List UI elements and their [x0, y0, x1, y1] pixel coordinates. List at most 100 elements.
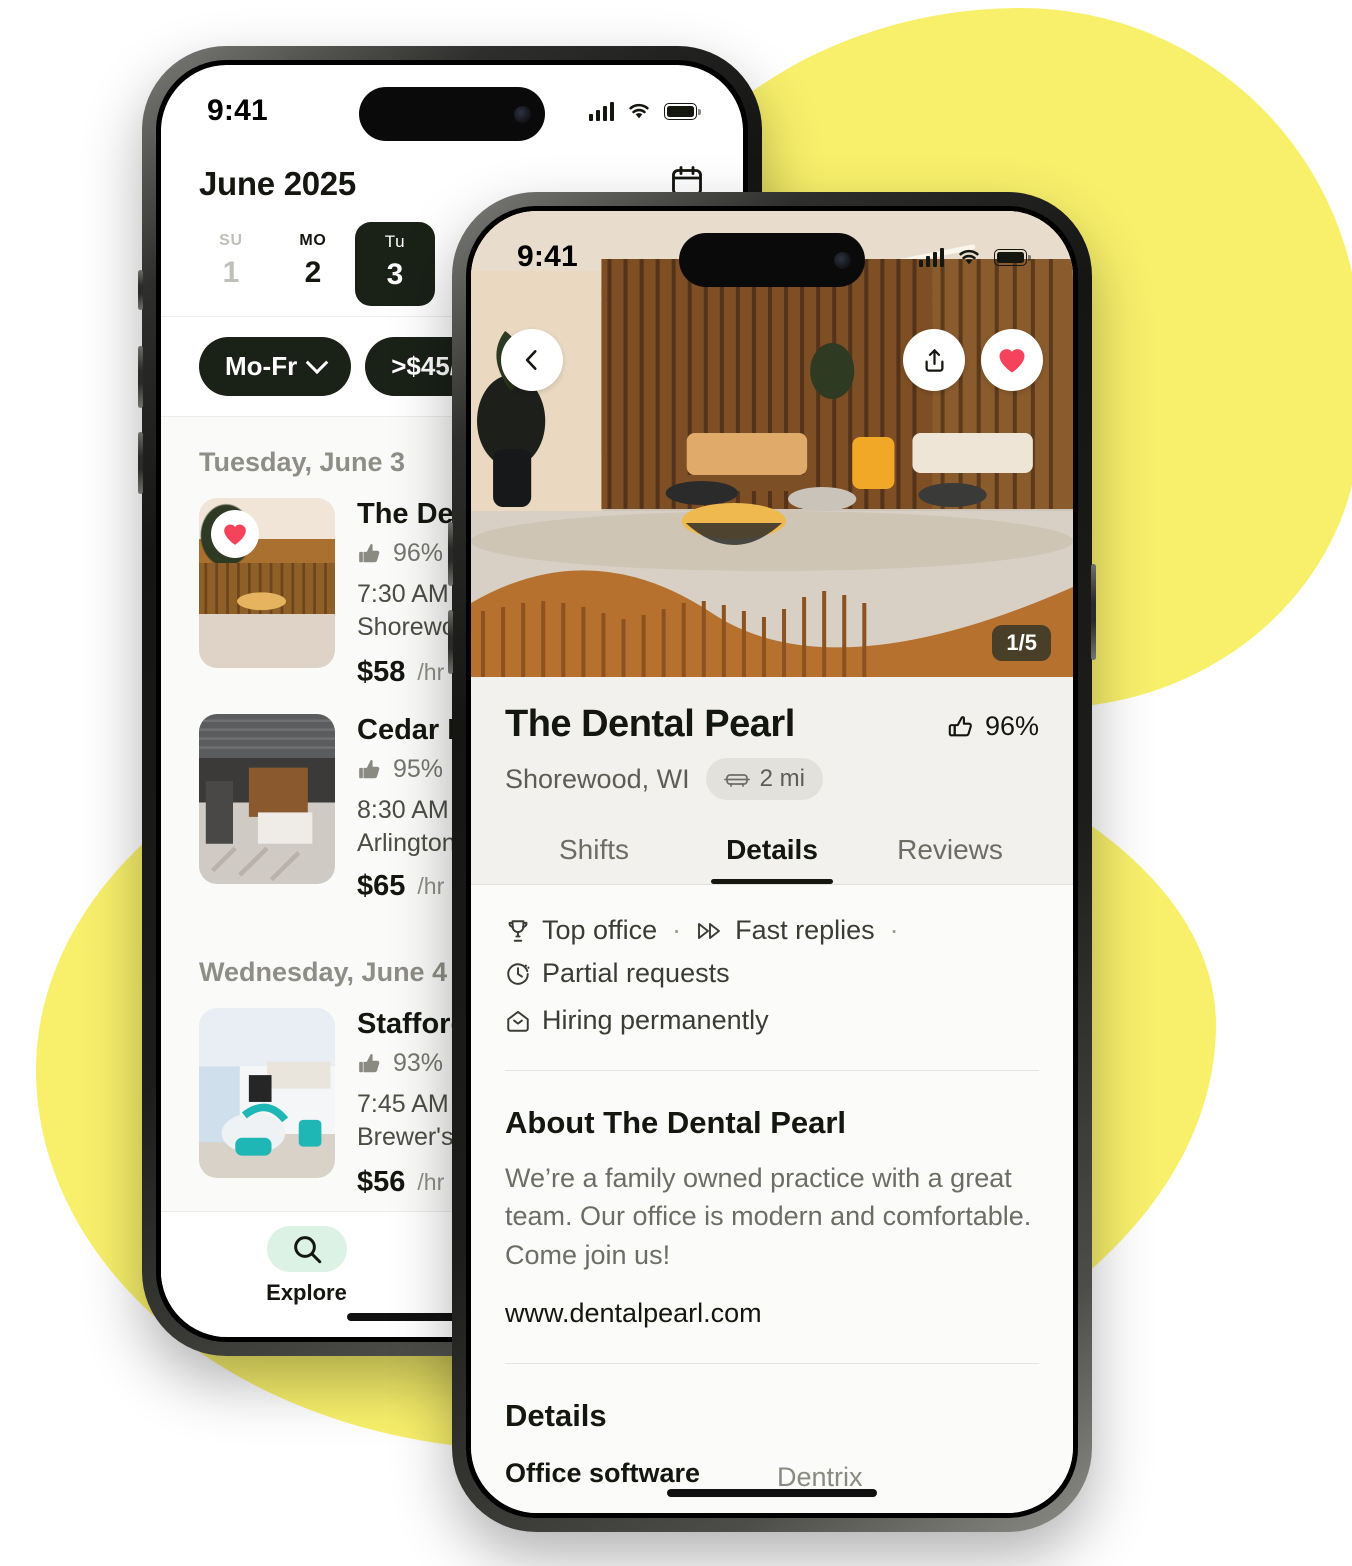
status-time: 9:41 [517, 240, 578, 273]
chevron-down-icon [305, 350, 329, 374]
detail-value: 60 min (adults) 30 min (kids) 90 min (pe… [777, 1512, 983, 1513]
office-distance-value: 2 mi [759, 765, 805, 792]
shift-rating-pct: 95% [393, 755, 444, 783]
phone-left-volume-up[interactable] [138, 346, 143, 408]
tab-shifts[interactable]: Shifts [505, 822, 683, 884]
shift-pay-amount: $56 [357, 1165, 406, 1198]
feature-hiring-permanently: Hiring permanently [505, 1005, 769, 1036]
back-button[interactable] [501, 329, 563, 391]
heart-icon [999, 349, 1025, 373]
share-button[interactable] [903, 329, 965, 391]
home-envelope-icon [507, 1010, 529, 1032]
phone-right-screen: 9:41 1/5 The Dental Pearl 96% Shorewood,… [471, 211, 1073, 1513]
car-icon [723, 774, 750, 787]
phone-right-bezel: 9:41 1/5 The Dental Pearl 96% Shorewood,… [466, 206, 1078, 1518]
shift-pay-unit: /hr [417, 873, 445, 899]
shift-rating-pct: 96% [393, 539, 444, 567]
shift-thumbnail [199, 714, 335, 884]
dynamic-island [359, 87, 545, 141]
date-cell-3-selected[interactable]: Tu 3 [355, 222, 435, 306]
tab-reviews[interactable]: Reviews [861, 822, 1039, 884]
thumb-art [199, 562, 335, 614]
feature-partial-requests: Partial requests [505, 958, 730, 989]
heart-icon [224, 524, 246, 545]
clock-icon [507, 962, 530, 985]
battery-icon [664, 102, 701, 120]
about-website[interactable]: www.dentalpearl.com [505, 1298, 1039, 1329]
phone-left-volume-down[interactable] [138, 432, 143, 494]
shift-pay-unit: /hr [417, 1168, 445, 1195]
feature-label: Fast replies [735, 915, 875, 945]
favorite-badge[interactable] [211, 510, 259, 558]
thumb-art [199, 1061, 331, 1156]
office-features-row-2: Hiring permanently [505, 1005, 1039, 1036]
photo-counter: 1/5 [992, 625, 1051, 661]
fast-forward-icon [698, 922, 721, 939]
date-cell-1[interactable]: SU 1 [191, 222, 271, 306]
divider [505, 1070, 1039, 1071]
thumbs-up-icon [359, 543, 380, 562]
office-tabs[interactable]: Shifts Details Reviews [505, 822, 1039, 884]
phone-right-volume-up[interactable] [448, 522, 453, 586]
phone-right-power[interactable] [1091, 564, 1096, 660]
separator-dot: · [672, 915, 682, 945]
feature-label: Hiring permanently [542, 1005, 769, 1035]
date-num: 3 [386, 258, 404, 291]
detail-key: Appt. length [505, 1512, 777, 1513]
about-body: We’re a family owned practice with a gre… [505, 1163, 1032, 1270]
shift-pay-unit: /hr [417, 658, 445, 685]
thumbs-up-icon [359, 759, 380, 778]
date-num: 2 [304, 256, 322, 289]
hero-controls [501, 329, 1043, 391]
phone-right: 9:41 1/5 The Dental Pearl 96% Shorewood,… [448, 192, 1096, 1532]
office-header: The Dental Pearl 96% Shorewood, WI 2 mi [471, 677, 1073, 884]
month-label: June 2025 [199, 164, 356, 202]
search-icon [266, 1226, 347, 1272]
front-camera-icon [834, 251, 851, 269]
details-panel[interactable]: Top office · Fast replies · Partial requ… [471, 885, 1073, 1513]
details-title: Details [505, 1397, 607, 1433]
office-subheader: Shorewood, WI 2 mi [505, 758, 1039, 800]
front-camera-icon [514, 105, 531, 123]
feature-top-office: Top office [505, 915, 657, 946]
battery-icon [994, 248, 1031, 266]
home-indicator[interactable] [667, 1489, 877, 1497]
about-title: About The Dental Pearl [505, 1105, 847, 1140]
chevron-left-icon [525, 350, 537, 370]
office-name: The Dental Pearl [505, 703, 795, 745]
shift-thumbnail [199, 1008, 335, 1178]
phone-right-volume-down[interactable] [448, 610, 453, 674]
office-distance-badge: 2 mi [705, 758, 823, 800]
office-score-value: 96% [984, 711, 1039, 741]
favorite-button[interactable] [981, 329, 1043, 391]
office-hero-gallery[interactable]: 9:41 1/5 [471, 211, 1073, 677]
status-indicators [589, 101, 701, 121]
cellular-bars-icon [589, 101, 614, 121]
office-features-row-1: Top office · Fast replies · Partial requ… [505, 915, 1039, 989]
thumb-art [199, 719, 335, 882]
filter-days-label: Mo-Fr [225, 351, 298, 381]
feature-label: Top office [542, 915, 658, 945]
composition-stage: 9:41 June 2025 SU 1 MO 2 Tu 3 Mo-Fr >$45… [0, 0, 1352, 1566]
date-cell-2[interactable]: MO 2 [273, 222, 353, 306]
office-title-row: The Dental Pearl 96% [505, 703, 1039, 746]
divider [505, 1362, 1039, 1364]
date-dow: SU [219, 232, 243, 249]
shift-pay-amount: $58 [357, 655, 406, 688]
detail-row: Appt. length 60 min (adults) 30 min (kid… [505, 1512, 1039, 1513]
thumbs-up-icon [948, 715, 972, 736]
feature-fast-replies: Fast replies [696, 915, 875, 946]
tab-details[interactable]: Details [683, 822, 861, 884]
hero-right-controls [903, 329, 1043, 391]
office-score: 96% [947, 703, 1039, 742]
office-location: Shorewood, WI [505, 763, 690, 794]
status-time: 9:41 [207, 94, 268, 127]
tab-explore-label: Explore [266, 1280, 347, 1305]
filter-days-button[interactable]: Mo-Fr [199, 337, 352, 396]
separator-dot: · [889, 915, 899, 945]
shift-rating-pct: 93% [393, 1049, 444, 1077]
shift-thumbnail [199, 498, 335, 668]
phone-left-silent-switch[interactable] [138, 270, 143, 310]
feature-label: Partial requests [542, 958, 730, 988]
share-icon [925, 348, 943, 372]
